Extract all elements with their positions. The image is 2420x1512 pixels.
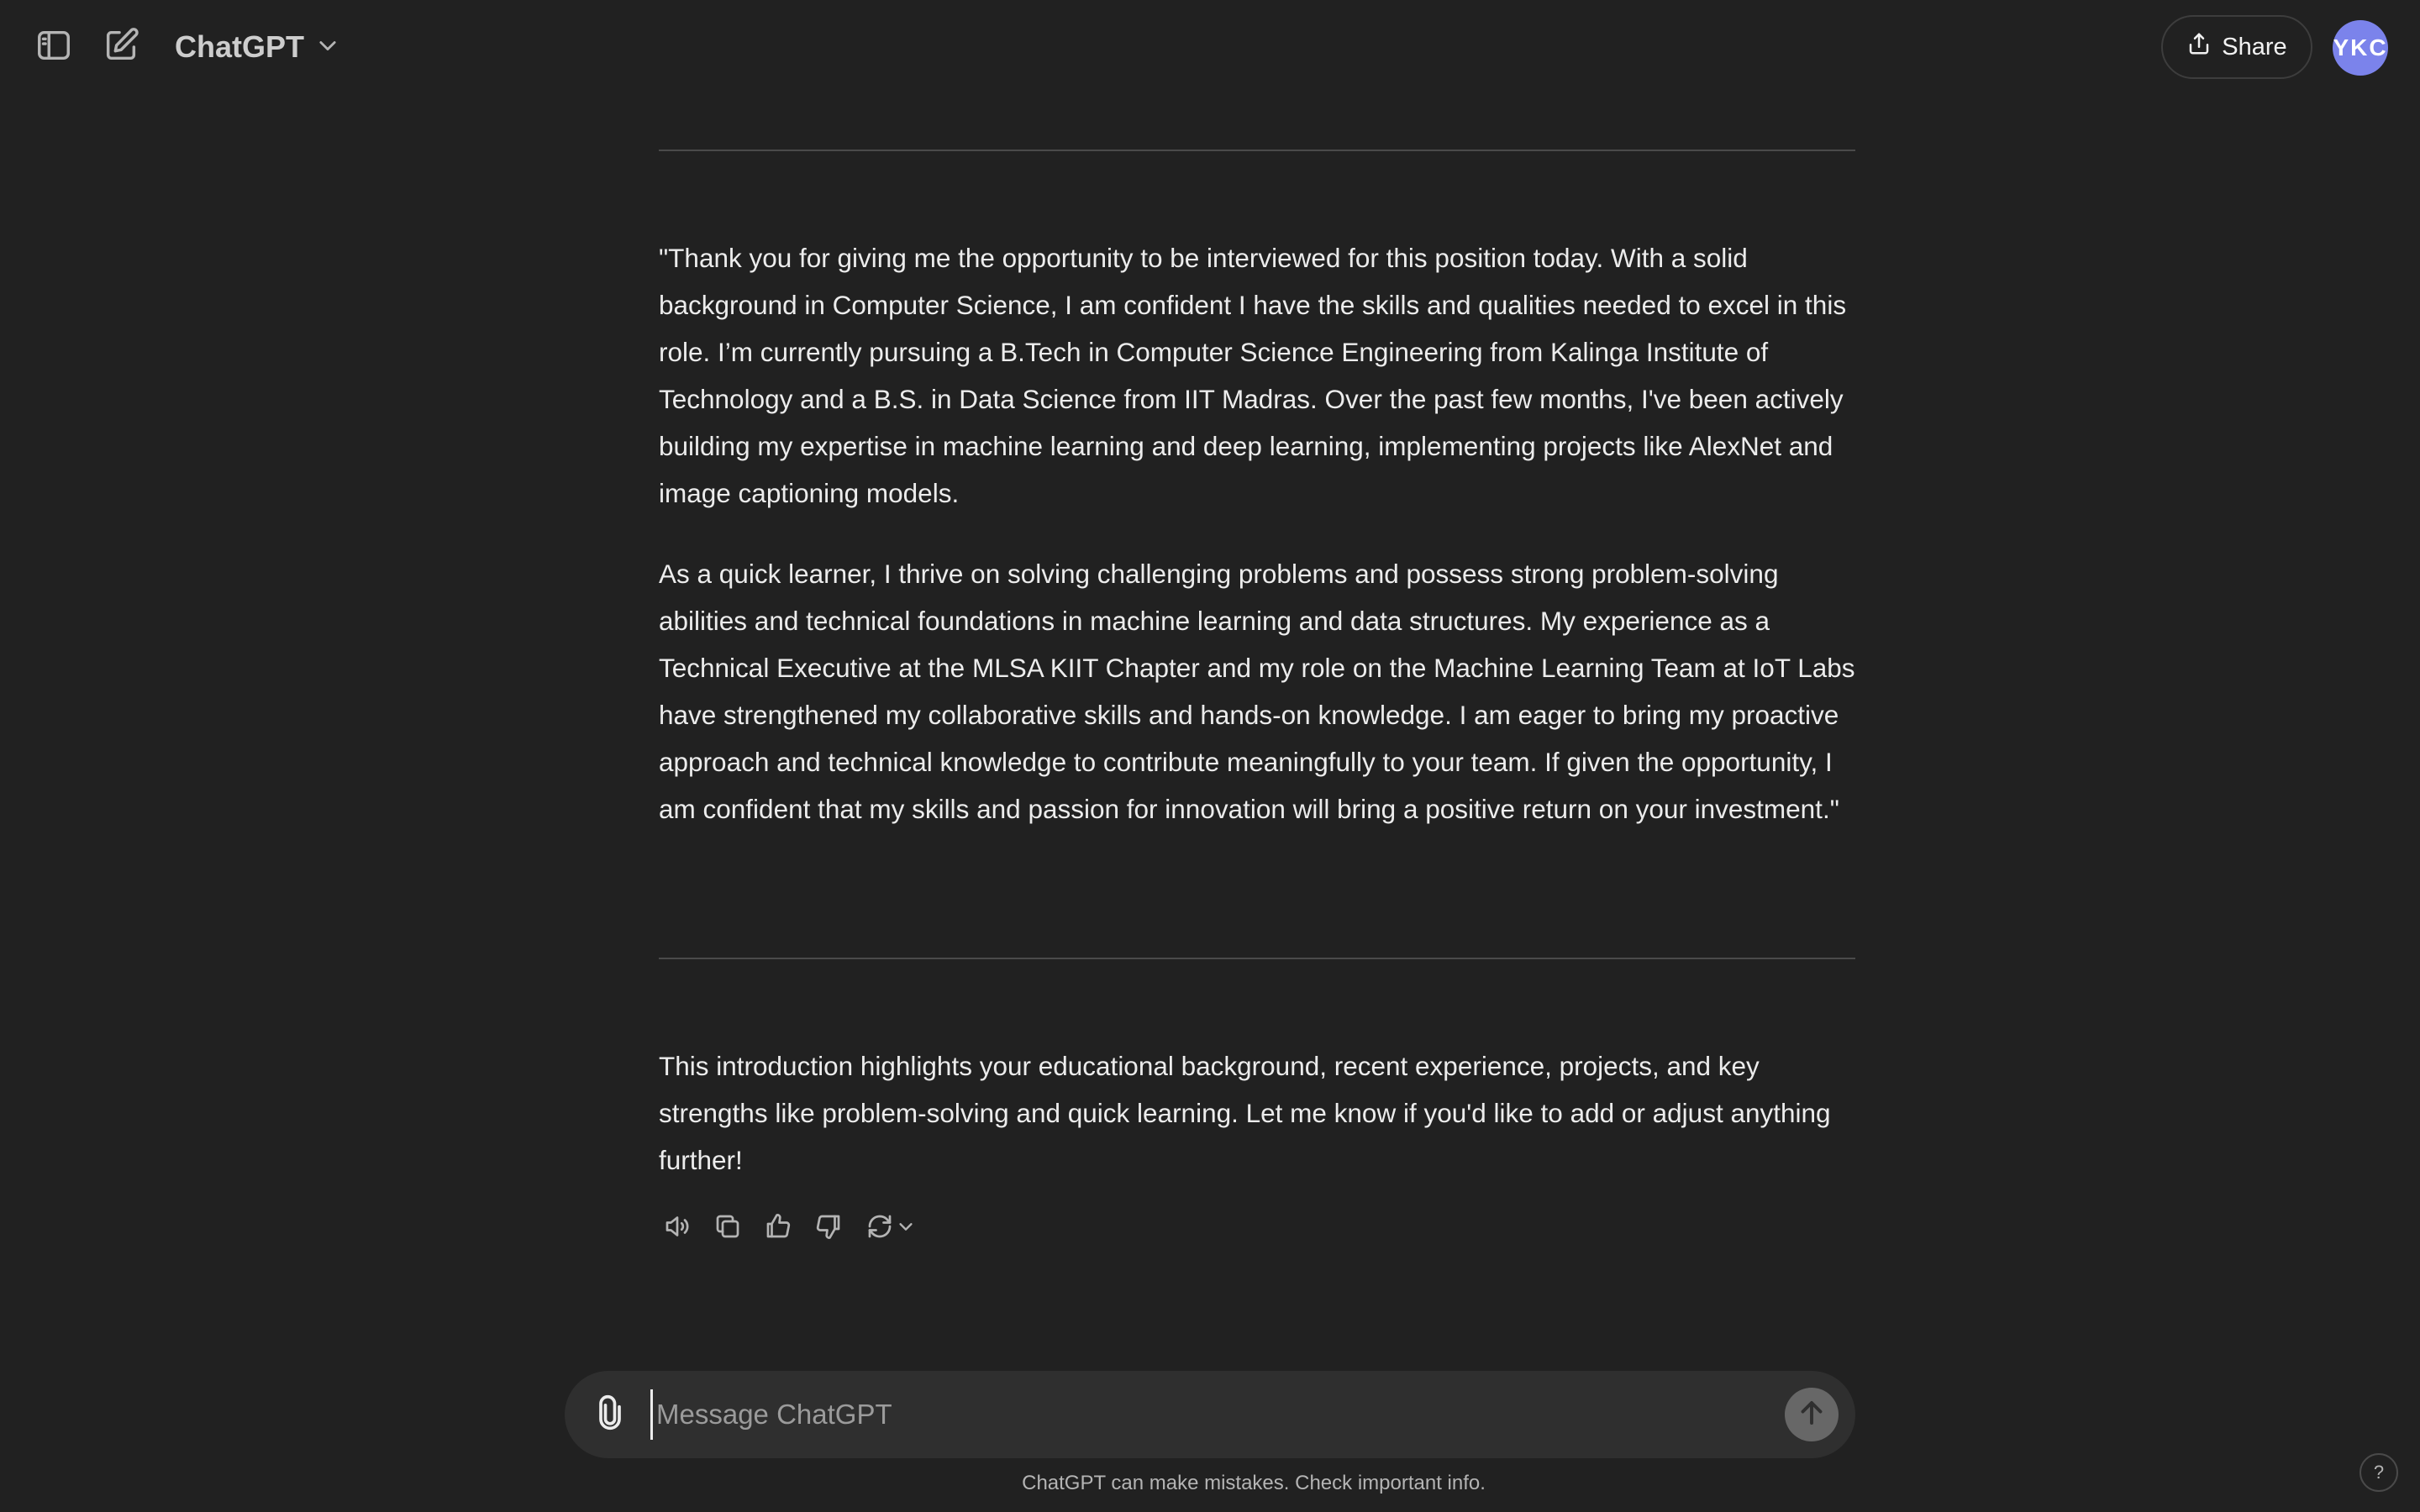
copy-button[interactable]	[709, 1210, 746, 1247]
thumbs-down-button[interactable]	[810, 1210, 847, 1247]
paperclip-icon	[592, 1394, 629, 1436]
divider	[659, 958, 1855, 959]
message-actions	[659, 1208, 919, 1248]
regenerate-icon	[865, 1211, 895, 1246]
divider	[659, 150, 1855, 151]
response-paragraph-1: "Thank you for giving me the opportunity…	[659, 243, 1847, 508]
regenerate-button[interactable]	[860, 1210, 919, 1247]
message-composer	[565, 1371, 1855, 1458]
share-icon	[2186, 31, 2212, 63]
read-aloud-button[interactable]	[659, 1210, 696, 1247]
message-input[interactable]	[650, 1389, 1743, 1440]
response-closing-paragraph: This introduction highlights your educat…	[659, 1051, 1831, 1175]
thumbs-up-icon	[763, 1211, 793, 1246]
arrow-up-icon	[1797, 1398, 1827, 1432]
model-selector[interactable]: ChatGPT	[165, 22, 350, 72]
chevron-down-icon	[897, 1217, 915, 1240]
top-bar: ChatGPT Share YKC	[0, 0, 2420, 94]
share-label: Share	[2222, 33, 2287, 60]
new-chat-button[interactable]	[94, 20, 148, 74]
model-name: ChatGPT	[175, 29, 305, 64]
attach-button[interactable]	[587, 1391, 634, 1438]
thumbs-down-icon	[813, 1211, 844, 1246]
thumbs-up-button[interactable]	[760, 1210, 797, 1247]
share-button[interactable]: Share	[2161, 15, 2312, 79]
chevron-down-icon	[316, 34, 339, 61]
help-button[interactable]: ?	[2360, 1453, 2398, 1492]
copy-icon	[713, 1211, 743, 1246]
response-paragraph-2: As a quick learner, I thrive on solving …	[659, 559, 1855, 824]
avatar[interactable]: YKC	[2333, 20, 2388, 76]
disclaimer-text: ChatGPT can make mistakes. Check importa…	[1022, 1472, 1486, 1494]
new-chat-icon	[102, 26, 140, 69]
read-aloud-icon	[662, 1211, 692, 1246]
sidebar-toggle-icon	[34, 26, 73, 69]
send-button[interactable]	[1785, 1388, 1839, 1441]
sidebar-toggle-button[interactable]	[27, 20, 81, 74]
